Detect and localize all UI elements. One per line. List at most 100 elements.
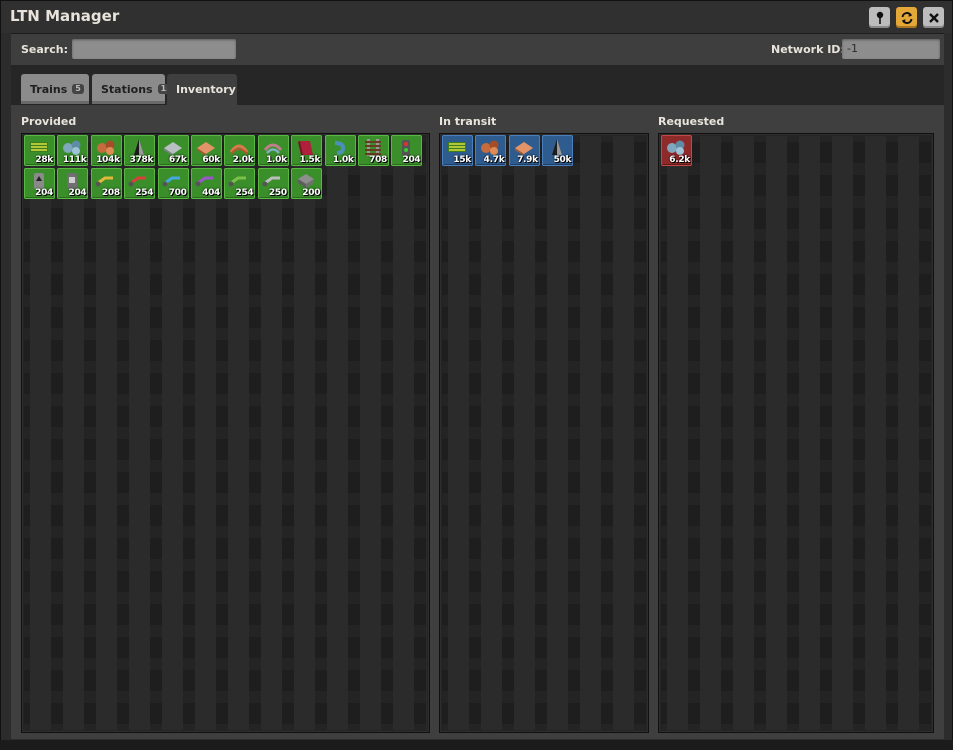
item-slot[interactable]: 204 xyxy=(24,168,55,199)
item-count: 67k xyxy=(168,155,187,165)
item-slot[interactable]: 700 xyxy=(157,168,189,199)
titlebar[interactable]: LTN Manager xyxy=(1,1,952,33)
in-transit-panel[interactable]: 15k 4.7k 7.9k 50k xyxy=(439,133,649,733)
item-count: 700 xyxy=(168,188,187,198)
ltn-manager-window: LTN Manager Search: Network ID: -1 Train… xyxy=(0,0,953,750)
item-count: 250 xyxy=(268,188,287,198)
item-count: 204 xyxy=(35,188,53,198)
search-label: Search: xyxy=(21,43,68,56)
item-count: 1.5k xyxy=(299,155,321,165)
tab-stations[interactable]: Stations 15 xyxy=(92,74,175,104)
item-slot[interactable]: 4.7k xyxy=(475,135,507,166)
item-slot[interactable]: 111k xyxy=(57,135,89,166)
item-slot[interactable]: 200 xyxy=(291,168,323,199)
item-slot[interactable]: 204 xyxy=(391,135,423,166)
tab-inventory[interactable]: Inventory xyxy=(167,74,237,105)
item-slot[interactable]: 7.9k xyxy=(508,135,540,166)
tab-trains-label: Trains xyxy=(30,82,68,96)
item-count: 4.7k xyxy=(483,155,505,165)
pin-button[interactable] xyxy=(869,7,890,28)
network-id-label: Network ID: xyxy=(771,43,845,56)
stack-filter-inserter-icon xyxy=(262,176,280,187)
electronic-circuit-icon xyxy=(30,142,48,152)
item-slot[interactable]: 28k xyxy=(24,135,55,166)
item-count: 1.0k xyxy=(332,155,354,165)
item-count: 50k xyxy=(553,155,572,165)
copper-ore-icon xyxy=(481,140,499,155)
item-slot[interactable]: 2.0k xyxy=(224,135,256,166)
iron-plate-icon xyxy=(163,142,182,156)
item-slot[interactable]: 6.2k xyxy=(661,135,692,166)
inventory-content: Provided In transit Requested 28k 111k 104… xyxy=(11,105,944,739)
item-count: 1.0k xyxy=(266,155,287,165)
in-transit-grid xyxy=(442,136,646,730)
item-slot[interactable]: 250 xyxy=(257,168,289,199)
inserter-icon xyxy=(95,176,113,187)
provided-grid xyxy=(24,136,427,730)
item-slot[interactable]: 1.5k xyxy=(291,135,323,166)
rail-signal-icon xyxy=(402,140,411,156)
item-slot[interactable]: 708 xyxy=(358,135,389,166)
close-icon xyxy=(928,12,939,23)
stone-icon xyxy=(552,139,563,155)
train-stop-icon xyxy=(34,173,44,189)
item-count: 28k xyxy=(35,155,53,165)
copper-ore-icon xyxy=(96,140,115,155)
rail-icon xyxy=(365,139,381,156)
in-transit-title: In transit xyxy=(439,115,497,128)
stone-icon xyxy=(134,139,145,155)
item-count: 204 xyxy=(402,155,421,165)
tab-inventory-label: Inventory xyxy=(176,83,236,96)
item-slot[interactable]: 67k xyxy=(157,135,189,166)
item-count: 111k xyxy=(62,155,87,165)
steel-plate-icon xyxy=(263,143,282,154)
sulfur-icon xyxy=(334,141,345,155)
item-count: 708 xyxy=(369,155,387,165)
close-button[interactable] xyxy=(923,7,944,28)
iron-ore-icon xyxy=(63,140,81,155)
item-slot[interactable]: 1.0k xyxy=(324,135,356,166)
item-slot[interactable]: 15k xyxy=(442,135,473,166)
pin-icon xyxy=(876,11,883,24)
item-slot[interactable]: 50k xyxy=(542,135,574,166)
item-count: 7.9k xyxy=(517,155,538,165)
item-slot[interactable]: 254 xyxy=(224,168,256,199)
filter-inserter-icon xyxy=(195,176,213,187)
item-count: 6.2k xyxy=(669,155,690,165)
item-slot[interactable]: 104k xyxy=(90,135,122,166)
plastic-bar-icon xyxy=(298,141,314,155)
item-slot[interactable]: 204 xyxy=(57,168,89,199)
item-count: 60k xyxy=(202,155,220,165)
stone-brick-icon xyxy=(298,174,315,188)
item-count: 200 xyxy=(302,188,321,198)
window-title: LTN Manager xyxy=(10,7,120,25)
item-slot[interactable]: 1.0k xyxy=(257,135,289,166)
tab-trains-badge: 5 xyxy=(72,84,84,94)
requested-title: Requested xyxy=(658,115,725,128)
tab-trains[interactable]: Trains 5 xyxy=(21,74,89,104)
electronic-circuit-icon xyxy=(448,142,466,152)
requested-grid xyxy=(661,136,931,730)
iron-ore-icon xyxy=(667,140,685,155)
item-count: 204 xyxy=(68,188,87,198)
item-slot[interactable]: 208 xyxy=(90,168,122,199)
tab-stations-label: Stations xyxy=(101,82,153,96)
rail-chain-signal-icon xyxy=(67,173,78,189)
stack-inserter-icon xyxy=(228,176,247,187)
item-count: 208 xyxy=(101,188,120,198)
provided-panel[interactable]: 28k 111k 104k 378k 67k 60k 2.0k 1.0k 1.5k 1.0k 708… xyxy=(21,133,430,733)
fast-inserter-icon xyxy=(162,176,180,187)
item-slot[interactable]: 60k xyxy=(191,135,222,166)
item-slot[interactable]: 404 xyxy=(191,168,222,199)
filter-bar: Search: Network ID: -1 xyxy=(11,33,944,66)
refresh-button[interactable] xyxy=(896,7,917,28)
requested-panel[interactable]: 6.2k xyxy=(658,133,934,733)
item-slot[interactable]: 254 xyxy=(124,168,156,199)
copper-cable-icon xyxy=(230,144,249,155)
window-bottom-edge xyxy=(0,740,953,750)
item-slot[interactable]: 378k xyxy=(124,135,156,166)
network-id-input[interactable]: -1 xyxy=(842,39,940,59)
item-count: 104k xyxy=(96,155,120,165)
item-count: 15k xyxy=(453,155,471,165)
search-input[interactable] xyxy=(72,39,236,59)
